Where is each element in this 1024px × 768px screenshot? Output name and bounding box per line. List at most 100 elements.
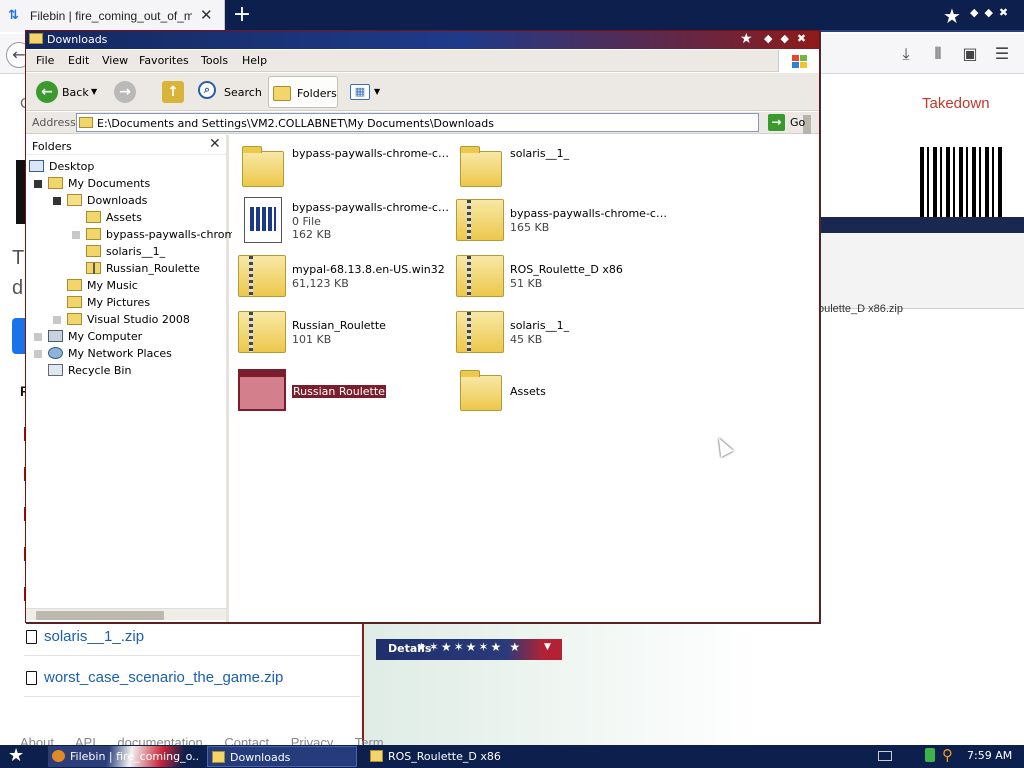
- expand-icon[interactable]: [72, 231, 80, 239]
- expand-icon[interactable]: [34, 333, 42, 341]
- folders-pane: Folders ✕ Desktop My Documents Downloads…: [26, 135, 246, 622]
- menu-file[interactable]: File: [36, 54, 54, 67]
- menu-edit[interactable]: Edit: [68, 54, 89, 67]
- chevron-down-icon: ▼: [91, 87, 98, 96]
- menu-help[interactable]: Help: [242, 54, 267, 67]
- file-item[interactable]: ROS_Roulette_D x86 51 KB: [452, 251, 668, 303]
- up-folder-button[interactable]: ↑: [162, 76, 186, 108]
- folder-open-icon: [67, 194, 82, 206]
- search-icon[interactable]: ⚲: [942, 746, 953, 764]
- zip-folder-icon: [456, 311, 504, 353]
- file-link-row: solaris__1_.zip: [24, 620, 360, 656]
- folders-pane-header: Folders ✕: [26, 135, 226, 155]
- tree-item-label: My Pictures: [87, 296, 151, 309]
- tree-item-label: Assets: [106, 211, 142, 224]
- go-button[interactable]: → Go: [766, 114, 816, 132]
- new-tab-button[interactable]: +: [230, 3, 254, 27]
- folders-button[interactable]: Folders: [268, 76, 338, 108]
- back-arrow-icon: ←: [36, 81, 58, 103]
- file-name: solaris__1_: [510, 147, 570, 160]
- file-link[interactable]: worst_case_scenario_the_game.zip: [44, 669, 283, 686]
- folder-icon: [48, 177, 63, 189]
- back-button[interactable]: ← Back ▼: [34, 76, 102, 108]
- star-icon: ★: [740, 31, 753, 47]
- tab-title: Filebin | fire_coming_out_of_monitor: [30, 9, 192, 23]
- desktop-icon: [29, 160, 44, 172]
- file-size: 61,123 KB: [292, 277, 349, 290]
- download-icon[interactable]: ⤓: [890, 44, 922, 64]
- file-item-selected[interactable]: Russian Roulette: [234, 365, 450, 417]
- folder-icon: [242, 146, 284, 187]
- file-item[interactable]: Assets: [452, 365, 668, 417]
- collapse-icon[interactable]: [53, 197, 61, 205]
- details-dropdown[interactable]: Details ★✶★✶★✶★ ★ ▼: [376, 639, 562, 660]
- page-text-fragment: d: [12, 277, 24, 299]
- star-icon: ★: [943, 4, 961, 28]
- clock: 7:59 AM: [967, 749, 1013, 762]
- address-value: E:\Documents and Settings\VM2.COLLABNET\…: [97, 117, 494, 130]
- computer-icon: [48, 330, 63, 342]
- file-name: Assets: [510, 385, 546, 398]
- window-controls[interactable]: ◆◆✖: [970, 6, 1014, 19]
- tab-close-icon[interactable]: ✕: [200, 6, 213, 24]
- network-tray-icon[interactable]: [925, 748, 935, 762]
- folders-pane-title: Folders: [32, 140, 72, 153]
- taskbar-button-downloads[interactable]: Downloads: [207, 746, 357, 767]
- file-item[interactable]: solaris__1_: [452, 141, 668, 193]
- explorer-window: Downloads ★ ◆◆✖ File Edit View Favorites…: [25, 30, 820, 623]
- expand-icon[interactable]: [53, 316, 61, 324]
- scrollbar-thumb[interactable]: [36, 611, 164, 620]
- browser-tab-filebin[interactable]: ⇅ Filebin | fire_coming_out_of_monitor ✕: [0, 0, 225, 32]
- menu-bar: File Edit View Favorites Tools Help: [26, 50, 819, 72]
- keyboard-icon[interactable]: [878, 751, 892, 761]
- tree-item-label: My Computer: [68, 330, 143, 343]
- taskbar-button-filebin[interactable]: Filebin | fire_coming_o...: [48, 746, 198, 767]
- file-name: bypass-paywalls-chrome-clea...: [292, 147, 450, 160]
- takedown-link[interactable]: Takedown: [922, 95, 990, 112]
- file-name: solaris__1_: [510, 319, 570, 332]
- tree-item-label: Russian_Roulette: [106, 262, 200, 275]
- taskbar-button-ros-roulette[interactable]: ROS_Roulette_D x86: [366, 746, 516, 767]
- zip-folder-icon: [456, 255, 504, 297]
- file-item[interactable]: Russian_Roulette 101 KB: [234, 307, 450, 359]
- window-title: Downloads: [47, 33, 108, 46]
- sidebar-icon[interactable]: ▣: [954, 44, 986, 63]
- file-item[interactable]: bypass-paywalls-chrome-clea... 165 KB: [452, 195, 668, 247]
- horizontal-scrollbar[interactable]: [26, 608, 226, 620]
- start-star-icon[interactable]: ★: [8, 745, 24, 766]
- file-icon: [26, 671, 37, 685]
- file-link[interactable]: solaris__1_.zip: [44, 628, 144, 645]
- views-button[interactable]: ▦ ▼: [348, 76, 384, 108]
- explorer-titlebar[interactable]: Downloads ★ ◆◆✖: [26, 31, 819, 49]
- close-icon[interactable]: ✕: [209, 136, 221, 152]
- zip-folder-icon: [456, 199, 504, 241]
- stars-decoration-icon: ★✶★✶★✶★ ★: [416, 640, 523, 654]
- menu-tools[interactable]: Tools: [201, 54, 228, 67]
- folders-label: Folders: [297, 87, 337, 100]
- forward-button[interactable]: →: [112, 76, 146, 108]
- file-name: ROS_Roulette_D x86: [510, 263, 623, 276]
- browser-tab-bar: ⇅ Filebin | fire_coming_out_of_monitor ✕…: [0, 0, 1024, 32]
- library-icon[interactable]: ⫴: [922, 44, 954, 64]
- folder-icon: [86, 211, 101, 223]
- file-item[interactable]: solaris__1_ 45 KB: [452, 307, 668, 359]
- file-item[interactable]: bypass-paywalls-chrome-clea...: [234, 141, 450, 193]
- file-item[interactable]: bypass-paywalls-chrome-clea... 0 File 16…: [234, 195, 450, 247]
- mouse-cursor-icon: [712, 434, 734, 458]
- file-item[interactable]: mypal-68.13.8.en-US.win32 61,123 KB: [234, 251, 450, 303]
- menu-favorites[interactable]: Favorites: [139, 54, 189, 67]
- address-input[interactable]: E:\Documents and Settings\VM2.COLLABNET\…: [76, 113, 811, 134]
- file-size: 45 KB: [510, 333, 543, 346]
- tree-item-label: solaris__1_: [106, 245, 166, 258]
- logo-quadrant: [792, 55, 799, 61]
- collapse-icon[interactable]: [34, 180, 42, 188]
- menu-view[interactable]: View: [102, 54, 128, 67]
- page-button-fragment[interactable]: [12, 318, 26, 354]
- menu-icon[interactable]: ☰: [986, 44, 1018, 63]
- expand-icon[interactable]: [34, 350, 42, 358]
- zip-folder-icon: [86, 262, 101, 274]
- window-controls[interactable]: ◆◆✖: [764, 32, 814, 45]
- search-button[interactable]: ⌕ Search: [196, 76, 262, 108]
- forward-arrow-icon: →: [114, 81, 136, 103]
- folder-icon: [79, 117, 93, 128]
